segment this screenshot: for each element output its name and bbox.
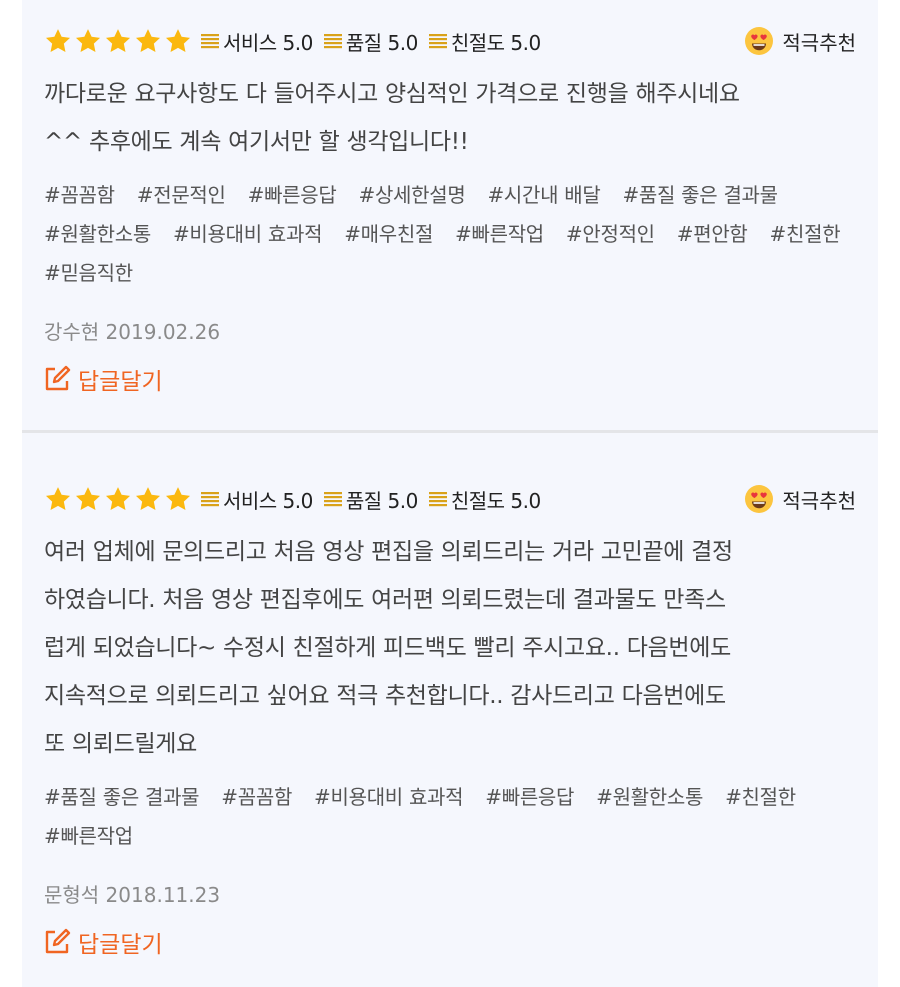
rating-lines-icon xyxy=(323,34,342,49)
rating-row: 서비스 5.0 품질 5.0 친절도 5.0 적극추천 xyxy=(44,26,856,56)
recommend-badge: 적극추천 xyxy=(744,484,856,514)
star-icon xyxy=(105,29,131,52)
star-icon xyxy=(165,487,191,510)
service-score: 서비스 5.0 xyxy=(200,485,313,514)
review-text-line: 지속적으로 의뢰드리고 싶어요 적극 추천합니다.. 감사드리고 다음번에도 xyxy=(44,683,726,709)
star-icon xyxy=(45,29,71,52)
tag: #빠른작업 xyxy=(44,824,133,848)
review-card: 서비스 5.0 품질 5.0 친절도 5.0 적극추천 여러 업체에 문의드리고… xyxy=(22,433,878,987)
reply-button[interactable]: 답글달기 xyxy=(42,362,163,396)
quality-score: 품질 5.0 xyxy=(323,27,418,56)
review-text-line: ^^ 추후에도 계속 여기서만 할 생각입니다!! xyxy=(44,129,469,155)
review-text: 여러 업체에 문의드리고 처음 영상 편집을 의뢰드리는 거라 고민끝에 결정 … xyxy=(44,528,864,768)
heart-eyes-emoji-icon xyxy=(745,485,774,513)
star-rating xyxy=(44,485,192,513)
author-date: 문형석 2018.11.23 xyxy=(44,883,221,907)
author-date: 강수현 2019.02.26 xyxy=(44,320,221,344)
tag-list: #꼼꼼함 #전문적인 #빠른응답 #상세한설명 #시간내 배달 #품질 좋은 결과물 #원활… xyxy=(44,176,854,293)
quality-score: 품질 5.0 xyxy=(323,485,418,514)
star-icon xyxy=(135,29,161,52)
review-text-line: 럽게 되었습니다~ 수정시 친절하게 피드백도 빨리 주시고요.. 다음번에도 xyxy=(44,635,732,661)
star-icon xyxy=(75,29,101,52)
star-icon xyxy=(75,487,101,510)
star-icon xyxy=(135,487,161,510)
recommend-badge: 적극추천 xyxy=(744,26,856,56)
tag: #믿음직한 xyxy=(44,261,133,285)
tag: #편안함 xyxy=(676,222,748,246)
tag: #원활한소통 xyxy=(596,785,704,809)
review-text-line: 하였습니다. 처음 영상 편집후에도 여러편 의뢰드렸는데 결과물도 만족스 xyxy=(44,587,726,613)
rating-lines-icon xyxy=(201,34,219,49)
review-card: 서비스 5.0 품질 5.0 친절도 5.0 적극추천 까다로운 요구사항도 다… xyxy=(22,0,878,430)
tag: #안정적인 xyxy=(565,222,655,246)
service-score-label: 서비스 5.0 xyxy=(223,30,313,55)
tag: #전문적인 xyxy=(136,183,226,207)
service-score-label: 서비스 5.0 xyxy=(223,488,313,513)
rating-lines-icon xyxy=(323,492,342,507)
tag: #매우친절 xyxy=(344,222,434,246)
review-text-line: 여러 업체에 문의드리고 처음 영상 편집을 의뢰드리는 거라 고민끝에 결정 xyxy=(44,539,733,565)
tag: #원활한소통 xyxy=(44,222,151,246)
tag: #친절한 xyxy=(769,222,841,246)
tag: #빠른응답 xyxy=(247,183,337,207)
tag: #비용대비 효과적 xyxy=(172,222,323,246)
tag: #빠른응답 xyxy=(485,785,575,809)
recommend-label: 적극추천 xyxy=(782,488,856,513)
review-text-line: 까다로운 요구사항도 다 들어주시고 양심적인 가격으로 진행을 해주시네요 xyxy=(44,81,740,107)
heart-eyes-emoji-icon xyxy=(745,27,774,55)
reply-label: 답글달기 xyxy=(78,932,163,958)
kindness-score: 친절도 5.0 xyxy=(428,485,541,514)
tag: #꼼꼼함 xyxy=(44,183,115,207)
rating-lines-icon xyxy=(428,34,447,49)
service-score: 서비스 5.0 xyxy=(200,27,313,56)
tag: #비용대비 효과적 xyxy=(314,785,464,809)
star-icon xyxy=(45,487,71,510)
tag: #꼼꼼함 xyxy=(221,785,293,809)
edit-icon xyxy=(45,928,71,954)
star-icon xyxy=(105,487,131,510)
tag: #품질 좋은 결과물 xyxy=(44,785,200,809)
rating-row: 서비스 5.0 품질 5.0 친절도 5.0 적극추천 xyxy=(44,484,856,514)
review-text: 까다로운 요구사항도 다 들어주시고 양심적인 가격으로 진행을 해주시네요 ^… xyxy=(44,70,864,166)
quality-score-label: 품질 5.0 xyxy=(345,30,418,55)
review-text-line: 또 의뢰드릴게요 xyxy=(44,731,198,757)
tag: #친절한 xyxy=(725,785,796,809)
tag: #빠른작업 xyxy=(455,222,544,246)
rating-lines-icon xyxy=(201,492,219,507)
star-icon xyxy=(165,29,191,52)
quality-score-label: 품질 5.0 xyxy=(345,488,418,513)
reply-label: 답글달기 xyxy=(78,369,163,395)
tag: #품질 좋은 결과물 xyxy=(622,183,778,207)
recommend-label: 적극추천 xyxy=(782,30,856,55)
tag-list: #품질 좋은 결과물 #꼼꼼함 #비용대비 효과적 #빠른응답 #원활한소통 #친절한 #빠… xyxy=(44,778,854,856)
rating-lines-icon xyxy=(428,492,447,507)
star-rating xyxy=(44,27,192,55)
edit-icon xyxy=(45,365,71,391)
kindness-score: 친절도 5.0 xyxy=(428,27,541,56)
reply-button[interactable]: 답글달기 xyxy=(42,925,163,959)
tag: #상세한설명 xyxy=(358,183,466,207)
kindness-score-label: 친절도 5.0 xyxy=(450,30,541,55)
kindness-score-label: 친절도 5.0 xyxy=(450,488,541,513)
tag: #시간내 배달 xyxy=(487,183,601,207)
